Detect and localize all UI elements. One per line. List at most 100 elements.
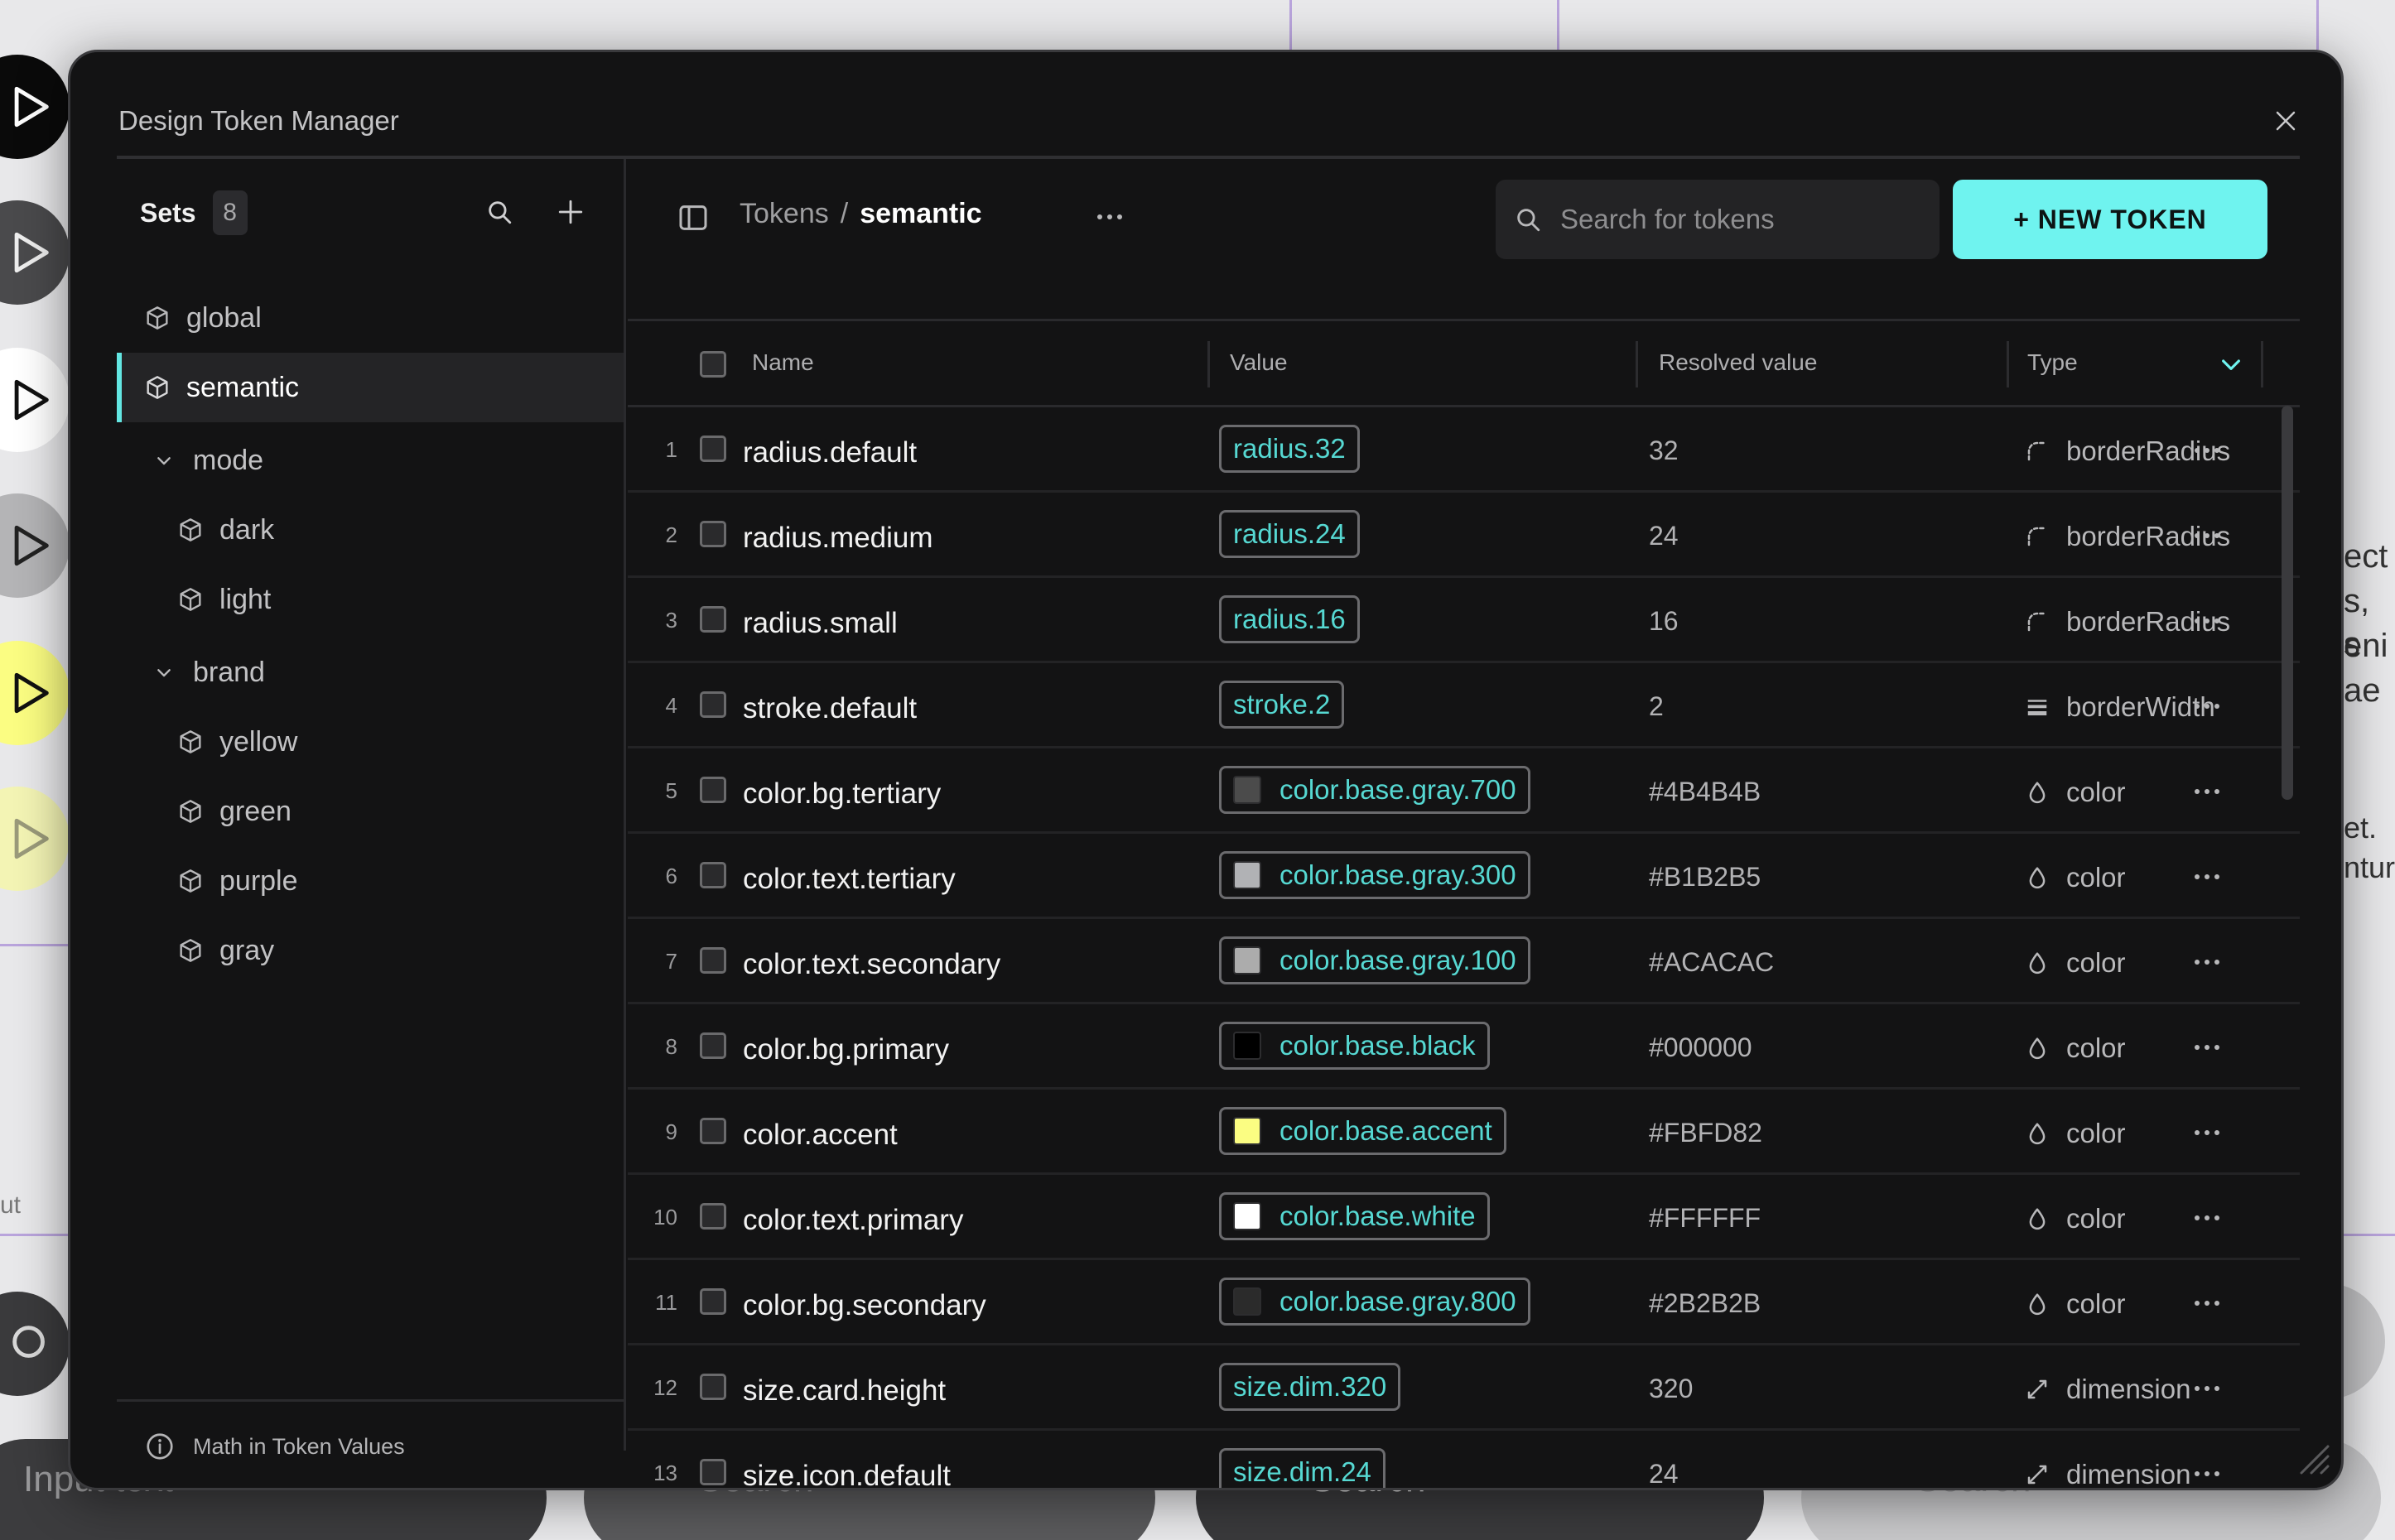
table-row[interactable]: 6 color.text.tertiary color.base.gray.300 #… [628, 834, 2300, 919]
dialog-title: Design Token Manager [118, 105, 399, 136]
row-more-button[interactable] [2186, 1031, 2228, 1064]
row-more-button[interactable] [2186, 690, 2228, 723]
token-search-input[interactable] [1560, 204, 1925, 235]
search-sets-button[interactable] [476, 189, 523, 235]
row-more-button[interactable] [2186, 860, 2228, 893]
row-number: 5 [665, 778, 677, 803]
token-value-reference[interactable]: color.base.gray.700 [1219, 766, 1530, 814]
select-all-checkbox[interactable] [700, 351, 726, 378]
set-folder-mode[interactable]: mode [117, 426, 624, 495]
table-scrollbar[interactable] [2282, 406, 2293, 800]
toggle-sidebar-button[interactable] [672, 197, 714, 238]
set-item-semantic[interactable]: semantic [117, 353, 624, 422]
more-horizontal-icon [2195, 960, 2219, 965]
column-header-name[interactable]: Name [752, 349, 814, 376]
token-value-reference[interactable]: radius.24 [1219, 510, 1360, 558]
row-checkbox[interactable] [700, 436, 726, 462]
row-more-button[interactable] [2186, 1457, 2228, 1488]
row-more-button[interactable] [2186, 604, 2228, 638]
type-filter-dropdown[interactable] [2216, 349, 2246, 379]
table-row[interactable]: 8 color.bg.primary color.base.black #000000… [628, 1004, 2300, 1090]
column-header-resolved[interactable]: Resolved value [1659, 349, 1817, 376]
row-more-button[interactable] [2186, 519, 2228, 552]
color-swatch [1233, 1287, 1261, 1316]
set-item-dark[interactable]: dark [117, 495, 624, 565]
set-options-button[interactable] [1089, 200, 1130, 233]
table-row[interactable]: 11 color.bg.secondary color.base.gray.800 #… [628, 1260, 2300, 1345]
row-more-button[interactable] [2186, 434, 2228, 467]
row-checkbox[interactable] [700, 1118, 726, 1144]
row-more-button[interactable] [2186, 1287, 2228, 1320]
table-row[interactable]: 7 color.text.secondary color.base.gray.100… [628, 919, 2300, 1004]
add-set-button[interactable] [547, 189, 594, 235]
close-button[interactable] [2267, 102, 2305, 140]
token-value-reference[interactable]: radius.32 [1219, 425, 1360, 473]
set-item-gray[interactable]: gray [117, 916, 624, 985]
row-checkbox[interactable] [700, 1459, 726, 1485]
table-row[interactable]: 10 color.text.primary color.base.white #FFF… [628, 1175, 2300, 1260]
set-item-purple[interactable]: purple [117, 846, 624, 916]
column-header-value[interactable]: Value [1230, 349, 1288, 376]
token-value-reference[interactable]: color.base.gray.300 [1219, 851, 1530, 899]
search-icon [489, 201, 512, 224]
set-item-green[interactable]: green [117, 777, 624, 846]
token-value-reference[interactable]: stroke.2 [1219, 681, 1345, 729]
token-value-reference[interactable]: color.base.white [1219, 1192, 1490, 1240]
more-horizontal-icon [1097, 214, 1122, 219]
row-more-button[interactable] [2186, 1372, 2228, 1405]
search-icon [12, 1326, 45, 1358]
row-checkbox[interactable] [700, 947, 726, 974]
column-header-type[interactable]: Type [2027, 349, 2078, 376]
chevron-down-icon [150, 658, 178, 686]
token-value-reference[interactable]: color.base.accent [1219, 1107, 1506, 1155]
row-more-button[interactable] [2186, 1201, 2228, 1234]
border-width-icon [2023, 693, 2051, 721]
new-token-button[interactable]: + NEW TOKEN [1953, 180, 2267, 259]
table-row[interactable]: 2 radius.medium radius.24 24 borderRadius [628, 493, 2300, 578]
design-token-manager-dialog: Design Token Manager Sets 8 global seman… [68, 50, 2344, 1490]
table-row[interactable]: 9 color.accent color.base.accent #FBFD82 col… [628, 1090, 2300, 1175]
set-item-yellow[interactable]: yellow [117, 707, 624, 777]
row-checkbox[interactable] [700, 606, 726, 633]
token-name: color.bg.primary [743, 1033, 949, 1066]
chevron-down-icon [2222, 359, 2240, 370]
row-checkbox[interactable] [700, 862, 726, 888]
row-checkbox[interactable] [700, 521, 726, 547]
table-row[interactable]: 13 size.icon.default size.dim.24 24 dimensio… [628, 1431, 2300, 1488]
table-row[interactable]: 1 radius.default radius.32 32 borderRadius [628, 407, 2300, 493]
row-checkbox[interactable] [700, 1288, 726, 1315]
row-number: 13 [653, 1461, 677, 1485]
row-number: 12 [653, 1375, 677, 1400]
table-row[interactable]: 5 color.bg.tertiary color.base.gray.700 #4B… [628, 748, 2300, 834]
table-row[interactable]: 12 size.card.height size.dim.320 320 dimensi… [628, 1345, 2300, 1431]
breadcrumb-tokens[interactable]: Tokens [740, 198, 829, 230]
set-item-global[interactable]: global [117, 283, 624, 353]
token-value-reference[interactable]: color.base.black [1219, 1022, 1490, 1070]
cube-icon [176, 936, 205, 965]
border-radius-icon [2023, 522, 2051, 551]
row-more-button[interactable] [2186, 775, 2228, 808]
token-value-reference[interactable]: color.base.gray.100 [1219, 936, 1530, 984]
set-item-light[interactable]: light [117, 565, 624, 634]
token-value-reference[interactable]: radius.16 [1219, 595, 1360, 643]
row-checkbox[interactable] [700, 777, 726, 803]
row-checkbox[interactable] [700, 1032, 726, 1059]
breadcrumb: Tokens / semantic [740, 198, 982, 230]
table-row[interactable]: 3 radius.small radius.16 16 borderRadius [628, 578, 2300, 663]
token-type-label: color [2066, 1288, 2126, 1319]
row-checkbox[interactable] [700, 691, 726, 718]
math-in-token-values-link[interactable]: Math in Token Values [145, 1432, 405, 1461]
resize-grip-icon[interactable] [2291, 1437, 2331, 1476]
token-value-reference[interactable]: size.dim.24 [1219, 1448, 1385, 1488]
set-folder-brand[interactable]: brand [117, 638, 624, 707]
cube-icon [143, 373, 171, 402]
token-search-field[interactable] [1496, 180, 1940, 259]
row-more-button[interactable] [2186, 946, 2228, 979]
row-checkbox[interactable] [700, 1203, 726, 1230]
token-value-reference[interactable]: size.dim.320 [1219, 1363, 1401, 1411]
row-more-button[interactable] [2186, 1116, 2228, 1149]
token-value-reference[interactable]: color.base.gray.800 [1219, 1278, 1530, 1326]
table-row[interactable]: 4 stroke.default stroke.2 2 borderWidth [628, 663, 2300, 748]
token-value-label: color.base.white [1279, 1201, 1476, 1231]
row-checkbox[interactable] [700, 1374, 726, 1400]
